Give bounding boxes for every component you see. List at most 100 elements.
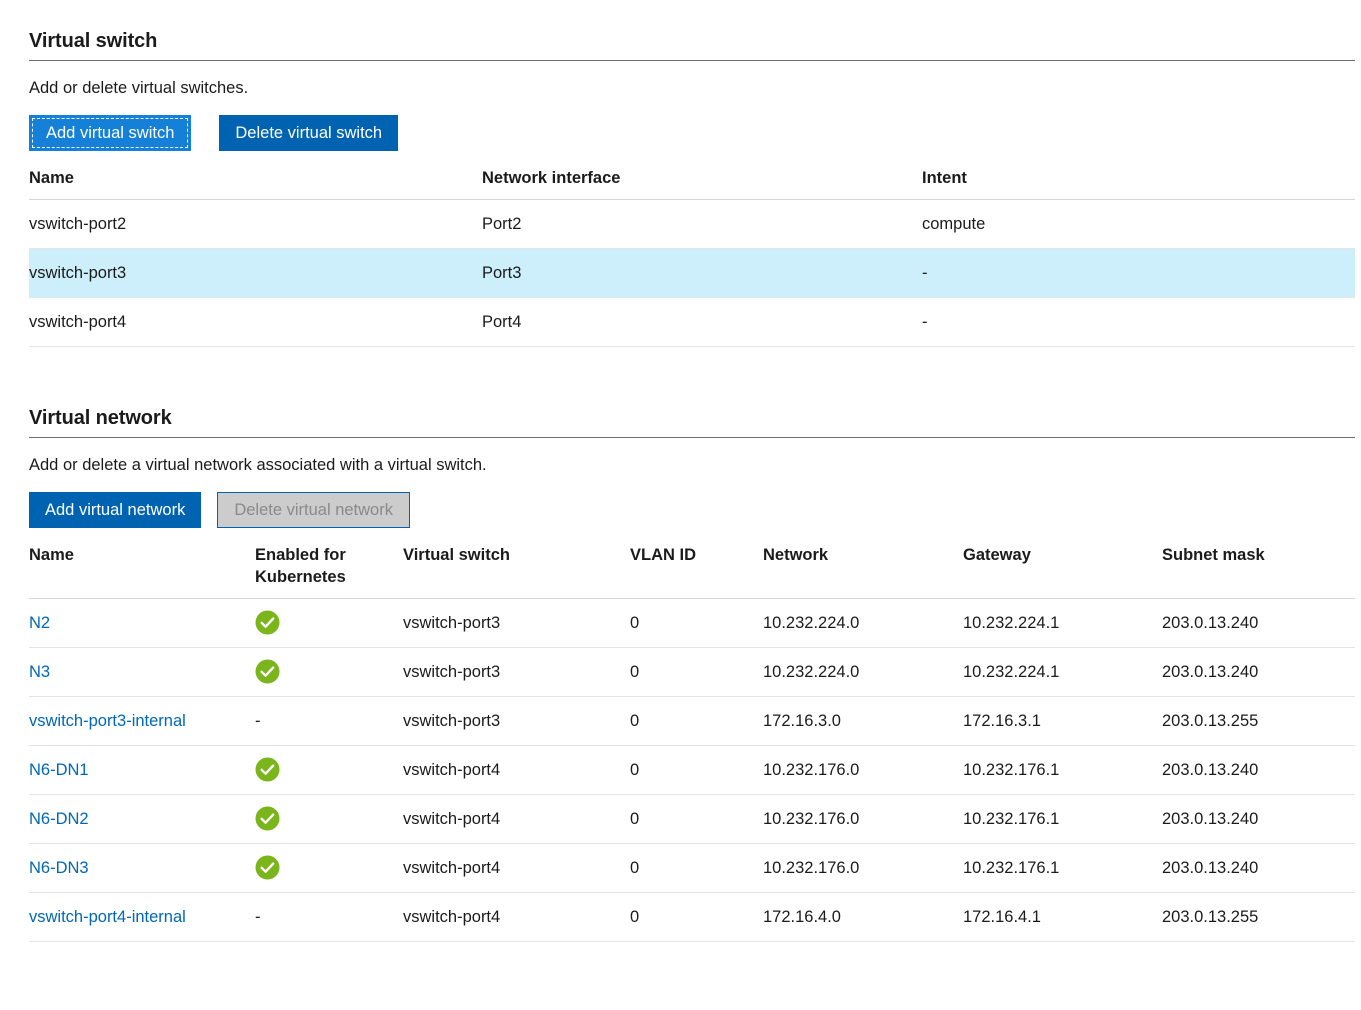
column-header-enabled-for-kubernetes: Enabled for Kubernetes <box>255 544 403 599</box>
network-gateway: 10.232.176.1 <box>963 746 1162 795</box>
table-row[interactable]: vswitch-port3Port3- <box>29 249 1355 298</box>
network-network: 172.16.3.0 <box>763 697 963 746</box>
switch-name: vswitch-port2 <box>29 200 482 249</box>
network-subnet-mask: 203.0.13.255 <box>1162 893 1355 942</box>
virtual-network-button-row: Add virtual network Delete virtual netwo… <box>29 492 1361 528</box>
network-name-cell: vswitch-port4-internal <box>29 893 255 942</box>
virtual-switch-table: Name Network interface Intent vswitch-po… <box>29 167 1355 347</box>
network-vlan-id: 0 <box>630 795 763 844</box>
table-row[interactable]: N6-DN3 vswitch-port4010.232.176.010.232.1… <box>29 844 1355 893</box>
network-name-cell: vswitch-port3-internal <box>29 697 255 746</box>
network-network: 10.232.224.0 <box>763 599 963 648</box>
network-gateway: 10.232.224.1 <box>963 648 1162 697</box>
network-vlan-id: 0 <box>630 893 763 942</box>
network-subnet-mask: 203.0.13.255 <box>1162 697 1355 746</box>
table-row[interactable]: vswitch-port4Port4- <box>29 298 1355 347</box>
network-gateway: 10.232.176.1 <box>963 795 1162 844</box>
table-row[interactable]: N2 vswitch-port3010.232.224.010.232.224.1… <box>29 599 1355 648</box>
network-vlan-id: 0 <box>630 648 763 697</box>
switch-network-interface: Port2 <box>482 200 922 249</box>
enabled-for-kubernetes-cell <box>255 746 403 795</box>
table-row[interactable]: N6-DN2vswitch-port4010.232.176.010.232.1… <box>29 795 1355 844</box>
network-subnet-mask: 203.0.13.240 <box>1162 648 1355 697</box>
column-header-subnet-mask: Subnet mask <box>1162 544 1355 599</box>
network-vlan-id: 0 <box>630 844 763 893</box>
column-header-gateway: Gateway <box>963 544 1162 599</box>
network-name-cell: N6-DN1 <box>29 746 255 795</box>
network-virtual-switch: vswitch-port3 <box>403 697 630 746</box>
virtual-switch-section: Virtual switch Add or delete virtual swi… <box>0 0 1361 347</box>
delete-virtual-network-button[interactable]: Delete virtual network <box>217 492 410 528</box>
add-virtual-network-button[interactable]: Add virtual network <box>29 492 201 528</box>
enabled-for-kubernetes-cell <box>255 795 403 844</box>
network-gateway: 172.16.3.1 <box>963 697 1162 746</box>
network-vlan-id: 0 <box>630 599 763 648</box>
column-header-intent: Intent <box>922 167 1355 200</box>
table-row[interactable]: vswitch-port4-internal-vswitch-port40172… <box>29 893 1355 942</box>
network-name-link[interactable]: N6-DN1 <box>29 761 89 779</box>
column-header-name: Name <box>29 167 482 200</box>
table-row[interactable]: vswitch-port3-internal-vswitch-port30172… <box>29 697 1355 746</box>
network-vlan-id: 0 <box>630 697 763 746</box>
network-virtual-switch: vswitch-port4 <box>403 893 630 942</box>
network-gateway: 10.232.176.1 <box>963 844 1162 893</box>
network-name-link[interactable]: vswitch-port3-internal <box>29 712 186 730</box>
network-network: 10.232.224.0 <box>763 648 963 697</box>
network-name-cell: N2 <box>29 599 255 648</box>
enabled-for-kubernetes-cell <box>255 844 403 893</box>
virtual-switch-table-head: Name Network interface Intent <box>29 167 1355 200</box>
switch-intent: compute <box>922 200 1355 249</box>
column-header-name: Name <box>29 544 255 599</box>
table-row[interactable]: N6-DN1vswitch-port4010.232.176.010.232.1… <box>29 746 1355 795</box>
network-name-link[interactable]: vswitch-port4-internal <box>29 908 186 926</box>
network-gateway: 172.16.4.1 <box>963 893 1162 942</box>
check-circle-icon <box>255 659 280 684</box>
network-gateway: 10.232.224.1 <box>963 599 1162 648</box>
switch-name: vswitch-port3 <box>29 249 482 298</box>
virtual-network-description: Add or delete a virtual network associat… <box>29 454 1361 476</box>
network-subnet-mask: 203.0.13.240 <box>1162 599 1355 648</box>
network-name-link[interactable]: N6-DN2 <box>29 810 89 828</box>
table-header-row: Name Network interface Intent <box>29 167 1355 200</box>
enabled-for-kubernetes-cell: - <box>255 893 403 942</box>
settings-page: Virtual switch Add or delete virtual swi… <box>0 0 1361 1010</box>
network-network: 172.16.4.0 <box>763 893 963 942</box>
network-name-link[interactable]: N2 <box>29 614 50 632</box>
virtual-network-table-body: N2vswitch-port3010.232.224.010.232.224.1… <box>29 599 1355 942</box>
add-virtual-switch-button[interactable]: Add virtual switch <box>29 115 191 151</box>
column-header-network: Network <box>763 544 963 599</box>
virtual-switch-description: Add or delete virtual switches. <box>29 77 1361 99</box>
delete-virtual-switch-button[interactable]: Delete virtual switch <box>219 115 398 151</box>
network-name-cell: N3 <box>29 648 255 697</box>
network-name-link[interactable]: N3 <box>29 663 50 681</box>
network-virtual-switch: vswitch-port3 <box>403 648 630 697</box>
virtual-switch-heading-divider <box>29 60 1355 61</box>
table-row[interactable]: N3 vswitch-port3010.232.224.010.232.224.1… <box>29 648 1355 697</box>
virtual-network-section: Virtual network Add or delete a virtual … <box>0 377 1361 942</box>
virtual-switch-button-row: Add virtual switch Delete virtual switch <box>29 115 1361 151</box>
network-name-cell: N6-DN3 <box>29 844 255 893</box>
network-virtual-switch: vswitch-port4 <box>403 746 630 795</box>
enabled-for-kubernetes-cell <box>255 648 403 697</box>
check-circle-icon <box>255 610 280 635</box>
network-virtual-switch: vswitch-port4 <box>403 844 630 893</box>
table-row[interactable]: vswitch-port2Port2compute <box>29 200 1355 249</box>
network-virtual-switch: vswitch-port3 <box>403 599 630 648</box>
network-vlan-id: 0 <box>630 746 763 795</box>
section-spacer <box>0 347 1361 377</box>
network-name-link[interactable]: N6-DN3 <box>29 859 89 877</box>
column-header-vlan-id: VLAN ID <box>630 544 763 599</box>
column-header-virtual-switch: Virtual switch <box>403 544 630 599</box>
switch-network-interface: Port4 <box>482 298 922 347</box>
table-header-row: Name Enabled for Kubernetes Virtual swit… <box>29 544 1355 599</box>
network-network: 10.232.176.0 <box>763 844 963 893</box>
virtual-network-table-head: Name Enabled for Kubernetes Virtual swit… <box>29 544 1355 599</box>
network-subnet-mask: 203.0.13.240 <box>1162 844 1355 893</box>
network-name-cell: N6-DN2 <box>29 795 255 844</box>
switch-intent: - <box>922 298 1355 347</box>
virtual-network-heading-divider <box>29 437 1355 438</box>
network-virtual-switch: vswitch-port4 <box>403 795 630 844</box>
virtual-network-heading: Virtual network <box>29 405 1361 431</box>
enabled-for-kubernetes-cell <box>255 599 403 648</box>
check-circle-icon <box>255 806 280 831</box>
